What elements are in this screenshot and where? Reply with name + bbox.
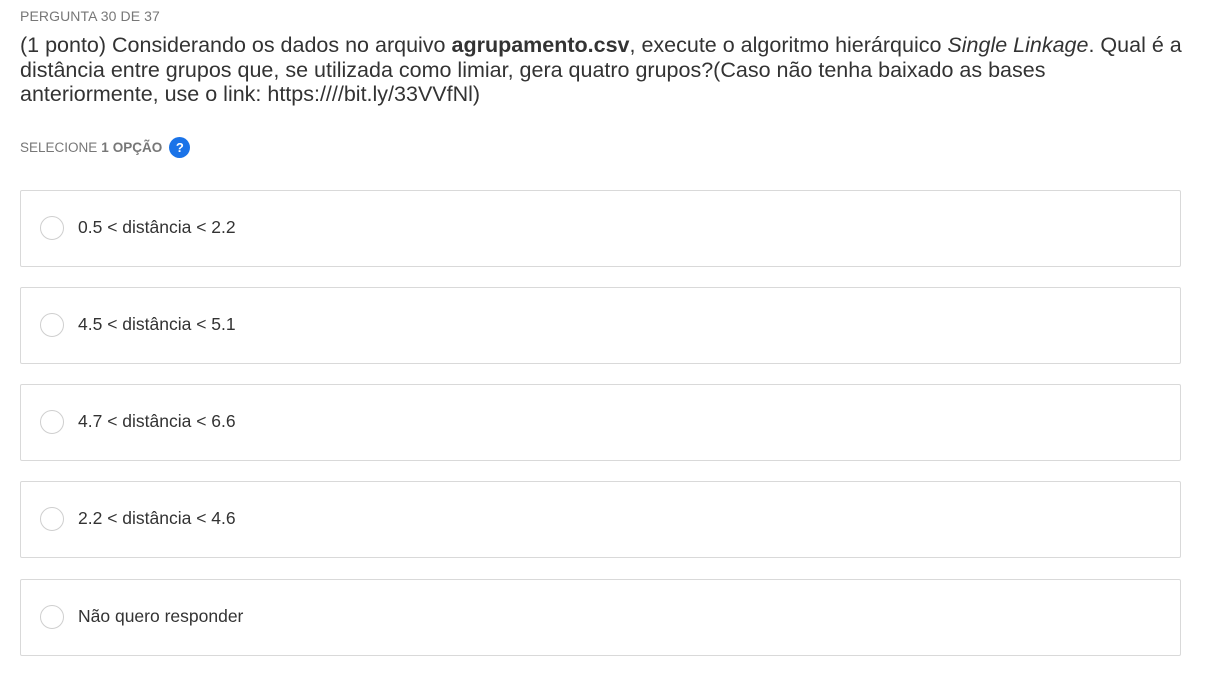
selection-hint-prefix: SELECIONE <box>20 139 98 155</box>
selection-hint-suffix: OPÇÃO <box>112 139 163 155</box>
option-label: Não quero responder <box>78 606 244 626</box>
option-1[interactable]: 4.5 < distância < 5.1 <box>20 287 1181 364</box>
file-name: agrupamento.csv <box>451 33 630 57</box>
option-label: 4.5 < distância < 5.1 <box>78 314 236 334</box>
question-text: (1 ponto) Considerando os dados no arqui… <box>20 33 1190 107</box>
selection-hint: SELECIONE 1 OPÇÃO ? <box>20 136 191 158</box>
radio-button[interactable] <box>40 313 64 337</box>
option-0[interactable]: 0.5 < distância < 2.2 <box>20 190 1181 267</box>
help-icon[interactable]: ? <box>169 136 191 158</box>
option-2[interactable]: 4.7 < distância < 6.6 <box>20 384 1181 461</box>
option-3[interactable]: 2.2 < distância < 4.6 <box>20 481 1181 558</box>
question-text-prefix: (1 ponto) Considerando os dados no arqui… <box>20 33 452 57</box>
question-text-middle: , execute o algoritmo hierárquico <box>629 33 948 57</box>
option-label: 2.2 < distância < 4.6 <box>78 508 236 528</box>
algorithm-name: Single Linkage <box>947 33 1089 57</box>
radio-button[interactable] <box>40 216 64 240</box>
radio-button[interactable] <box>40 507 64 531</box>
option-4[interactable]: Não quero responder <box>20 579 1181 656</box>
radio-button[interactable] <box>40 605 64 629</box>
radio-button[interactable] <box>40 410 64 434</box>
option-label: 4.7 < distância < 6.6 <box>78 411 236 431</box>
selection-hint-count: 1 <box>101 139 109 155</box>
question-counter: PERGUNTA 30 DE 37 <box>20 8 160 24</box>
option-label: 0.5 < distância < 2.2 <box>78 217 236 237</box>
